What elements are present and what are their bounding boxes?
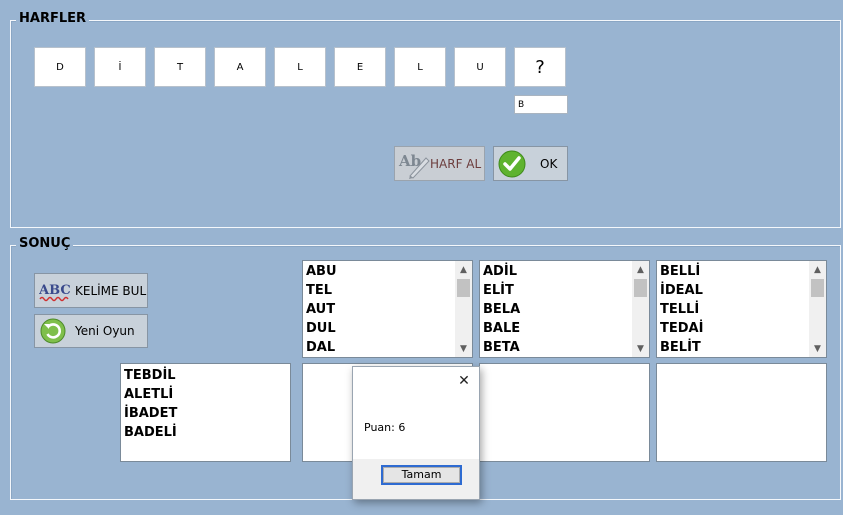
list-item[interactable]: DAL <box>303 338 472 357</box>
sonuc-title: SONUÇ <box>16 236 74 251</box>
refresh-icon <box>39 317 67 345</box>
letter-input[interactable] <box>514 95 568 114</box>
yeni-oyun-button[interactable]: Yeni Oyun <box>34 314 148 348</box>
list-item[interactable]: ALETLİ <box>121 385 290 404</box>
word-list-3-letters[interactable]: ABU TEL AUT DUL DAL ▲ ▼ <box>302 260 473 358</box>
letter-tile-7[interactable]: L <box>394 47 446 87</box>
list-scrollbar[interactable]: ▲ ▼ <box>632 261 649 357</box>
scroll-thumb[interactable] <box>457 279 470 297</box>
list-item[interactable]: DUL <box>303 319 472 338</box>
scroll-thumb[interactable] <box>634 279 647 297</box>
svg-text:ABC: ABC <box>39 283 71 298</box>
list-item[interactable]: BELLİ <box>657 262 826 281</box>
letter-tile-2[interactable]: İ <box>94 47 146 87</box>
harf-al-button[interactable]: Ab HARF AL <box>394 146 485 181</box>
letter-tile-3[interactable]: T <box>154 47 206 87</box>
kelime-bul-button[interactable]: ABC KELİME BUL <box>34 273 148 308</box>
letter-tile-6[interactable]: E <box>334 47 386 87</box>
scroll-up-icon[interactable]: ▲ <box>809 261 826 278</box>
scroll-down-icon[interactable]: ▼ <box>809 340 826 357</box>
list-item[interactable]: BELA <box>480 300 649 319</box>
letter-tile-5[interactable]: L <box>274 47 326 87</box>
list-item[interactable]: ADİL <box>480 262 649 281</box>
list-item[interactable]: BADELİ <box>121 423 290 442</box>
harf-al-icon: Ab <box>398 149 430 179</box>
list-item[interactable]: İDEAL <box>657 281 826 300</box>
ok-label: OK <box>540 156 558 171</box>
list-item[interactable]: TEL <box>303 281 472 300</box>
word-list-4-letters[interactable]: ADİL ELİT BELA BALE BETA ▲ ▼ <box>479 260 650 358</box>
list-item[interactable]: ELİT <box>480 281 649 300</box>
scroll-down-icon[interactable]: ▼ <box>455 340 472 357</box>
word-list-5-letters[interactable]: BELLİ İDEAL TELLİ TEDAİ BELİT ▲ ▼ <box>656 260 827 358</box>
list-item[interactable]: TEDAİ <box>657 319 826 338</box>
letter-tile-4[interactable]: A <box>214 47 266 87</box>
check-icon <box>498 150 526 178</box>
scroll-down-icon[interactable]: ▼ <box>632 340 649 357</box>
spellcheck-icon: ABC <box>38 278 71 304</box>
list-scrollbar[interactable]: ▲ ▼ <box>809 261 826 357</box>
dialog-footer: Tamam <box>353 459 479 499</box>
letter-tile-1[interactable]: D <box>34 47 86 87</box>
dialog-message: Puan: 6 <box>364 421 406 434</box>
scroll-up-icon[interactable]: ▲ <box>632 261 649 278</box>
list-item[interactable]: BELİT <box>657 338 826 357</box>
word-list-9-letters[interactable] <box>656 363 827 462</box>
close-icon[interactable]: ✕ <box>455 372 473 390</box>
list-item[interactable]: BALE <box>480 319 649 338</box>
list-scrollbar[interactable]: ▲ ▼ <box>455 261 472 357</box>
list-item[interactable]: TEBDİL <box>121 366 290 385</box>
yeni-oyun-label: Yeni Oyun <box>75 324 135 338</box>
scroll-thumb[interactable] <box>811 279 824 297</box>
harfler-title: HARFLER <box>16 11 90 26</box>
word-list-8-letters[interactable] <box>479 363 650 462</box>
list-item[interactable]: ABU <box>303 262 472 281</box>
mystery-letter-tile[interactable]: ? <box>514 47 566 87</box>
list-item[interactable]: AUT <box>303 300 472 319</box>
harf-al-label: HARF AL <box>430 156 482 171</box>
ok-button[interactable]: OK <box>493 146 568 181</box>
list-item[interactable]: İBADET <box>121 404 290 423</box>
word-list-6-letters[interactable]: TEBDİL ALETLİ İBADET BADELİ <box>120 363 291 462</box>
tamam-button[interactable]: Tamam <box>381 465 462 485</box>
list-item[interactable]: TELLİ <box>657 300 826 319</box>
scroll-up-icon[interactable]: ▲ <box>455 261 472 278</box>
list-item[interactable]: BETA <box>480 338 649 357</box>
score-dialog: ✕ Puan: 6 Tamam <box>352 366 480 500</box>
kelime-bul-label: KELİME BUL <box>75 283 147 298</box>
letter-tile-8[interactable]: U <box>454 47 506 87</box>
